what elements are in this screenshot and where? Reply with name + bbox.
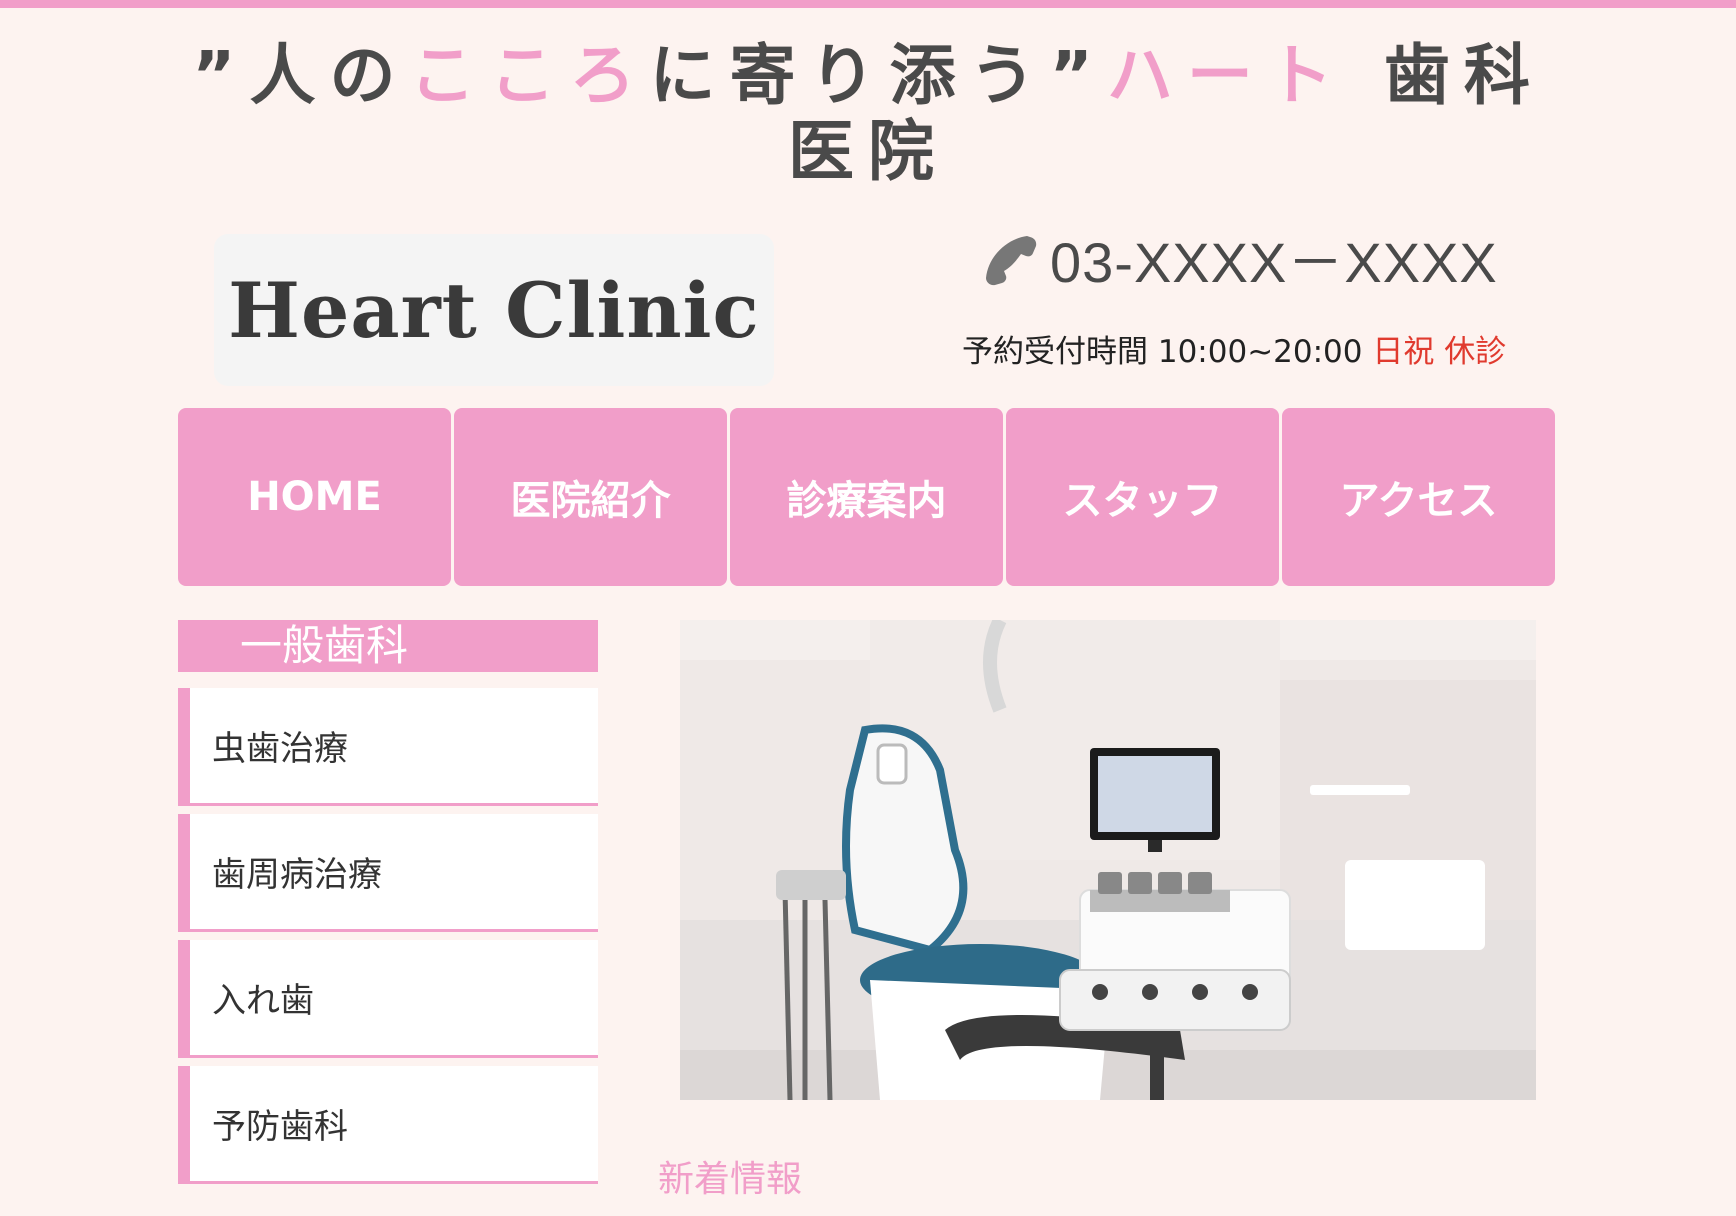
sidebar-item-preventive[interactable]: 予防歯科 [178,1066,598,1184]
phone-contact[interactable]: 03-XXXX－XXXX [980,218,1498,299]
sidebar-item-periodontal-treatment[interactable]: 歯周病治療 [178,814,598,932]
clinic-logo[interactable]: Heart Clinic [214,234,774,386]
page-title: ”人のこころに寄り添う”ハート 歯科医院 [178,38,1558,190]
hours-label: 予約受付時間 10:00~20:00 [962,334,1363,370]
sidebar-header: 一般歯科 [178,620,598,672]
reservation-hours: 予約受付時間 10:00~20:00 日祝 休診 [962,326,1506,371]
phone-number: 03-XXXX－XXXX [1050,231,1498,294]
nav-clinic-intro[interactable]: 医院紹介 [454,408,727,586]
title-part-accent: こころ [409,37,650,114]
nav-home[interactable]: HOME [178,408,451,586]
title-part: に寄り添う” [649,37,1107,114]
title-part: ”人の [192,37,410,114]
closed-days: 日祝 休診 [1372,334,1507,370]
treatment-room-illustration [680,620,1536,1100]
nav-access[interactable]: アクセス [1282,408,1555,586]
nav-staff[interactable]: スタッフ [1006,408,1279,586]
sidebar-item-dentures[interactable]: 入れ歯 [178,940,598,1058]
nav-treatment-guide[interactable]: 診療案内 [730,408,1003,586]
logo-text: Heart Clinic [228,265,760,355]
treatment-room-photo [680,620,1536,1100]
title-part-accent: ハート [1106,37,1347,114]
sidebar-menu: 虫歯治療 歯周病治療 入れ歯 予防歯科 [178,688,598,1192]
news-section-title: 新着情報 [658,1159,803,1200]
global-nav: HOME 医院紹介 診療案内 スタッフ アクセス [178,408,1558,586]
top-accent-bar [0,0,1736,8]
sidebar-item-cavity-treatment[interactable]: 虫歯治療 [178,688,598,806]
phone-icon [986,235,1037,285]
